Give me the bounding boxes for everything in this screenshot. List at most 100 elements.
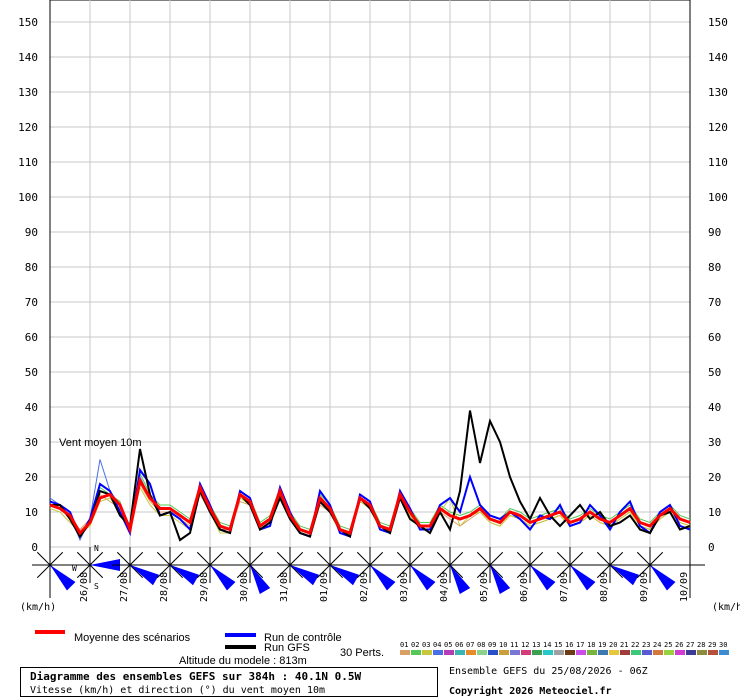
wind-arrow [210, 565, 236, 591]
wind-arrow [290, 565, 319, 586]
perturbation-swatch [598, 650, 608, 655]
ytick-label-right: 120 [708, 121, 728, 134]
date-label: 27/08 [119, 572, 130, 602]
wind-arrow [450, 565, 471, 594]
ensemble-chart: 0 010 1020 2030 3040 4050 5060 6070 7080 8090 9010… [18, 0, 740, 667]
perturbation-swatch [543, 650, 553, 655]
wind-arrow [490, 565, 511, 594]
perturbation-swatch [422, 650, 432, 655]
perturbation-number: 12 [521, 641, 529, 649]
perturbation-swatch [686, 650, 696, 655]
ytick-label-right: 0 [708, 541, 715, 554]
ytick-label-right: 20 [708, 471, 721, 484]
compass-s: S [94, 582, 99, 591]
perturbation-swatch [565, 650, 575, 655]
ytick-label-right: 80 [708, 261, 721, 274]
ytick-label-left: 40 [25, 401, 38, 414]
ytick-label-right: 60 [708, 331, 721, 344]
annotation-label: Vent moyen 10m [59, 437, 142, 449]
perturbation-swatch [444, 650, 454, 655]
wind-arrow [330, 565, 359, 586]
perturbation-swatch [620, 650, 630, 655]
date-label: 07/09 [559, 572, 570, 602]
wind-rose-spoke [516, 551, 531, 566]
perturbation-number: 07 [466, 641, 474, 649]
date-label: 26/08 [79, 572, 90, 602]
wind-rose-spoke [596, 551, 611, 566]
info-subtitle: Vitesse (km/h) et direction (°) du vent … [30, 685, 326, 696]
copyright: Copyright 2026 Meteociel.fr [449, 686, 612, 697]
wind-rose-spoke [476, 551, 491, 566]
perturbation-swatch [510, 650, 520, 655]
compass-w: W [72, 564, 77, 573]
perturbation-swatch [499, 650, 509, 655]
wind-rose-spoke [329, 551, 344, 566]
wind-rose-spoke [49, 551, 64, 566]
wind-rose-spoke [209, 551, 224, 566]
wind-rose-spoke [169, 551, 184, 566]
wind-rose-spoke [156, 551, 171, 566]
compass-n: N [94, 544, 99, 553]
perturbation-swatch [675, 650, 685, 655]
ytick-label-left: 60 [25, 331, 38, 344]
perturbation-number: 30 [719, 641, 727, 649]
date-label: 02/09 [359, 572, 370, 602]
wind-arrow [130, 565, 159, 586]
legend-label-mean: Moyenne des scénarios [74, 632, 191, 644]
wind-rose-spoke [276, 551, 291, 566]
wind-rose-spoke [196, 551, 211, 566]
perturbation-swatch [631, 650, 641, 655]
unit-label-right: (km/h) [712, 602, 740, 613]
date-label: 08/09 [599, 572, 610, 602]
legend-label-gfs: Run GFS [264, 642, 310, 654]
wind-rose-spoke [609, 551, 624, 566]
ytick-label-right: 140 [708, 51, 728, 64]
wind-rose-spoke [636, 551, 651, 566]
ytick-label-right: 30 [708, 436, 721, 449]
perturbation-swatch [587, 650, 597, 655]
wind-marker [32, 547, 76, 591]
ytick-label-left: 140 [18, 51, 38, 64]
wind-rose-spoke [396, 551, 411, 566]
ytick-label-left: 100 [18, 191, 38, 204]
date-label: 29/08 [199, 572, 210, 602]
perturbation-number: 03 [422, 641, 430, 649]
date-label: 06/09 [519, 572, 530, 602]
ytick-label-right: 90 [708, 226, 721, 239]
wind-rose-spoke [129, 551, 144, 566]
wind-arrow [610, 565, 639, 586]
perturbation-number: 14 [543, 641, 551, 649]
ytick-label-left: 10 [25, 506, 38, 519]
perturbation-number: 22 [631, 641, 639, 649]
ytick-label-left: 120 [18, 121, 38, 134]
wind-arrow [530, 565, 556, 591]
ytick-label-right: 40 [708, 401, 721, 414]
date-label: 03/09 [399, 572, 410, 602]
perturbation-number: 01 [400, 641, 408, 649]
perturbation-swatch [488, 650, 498, 655]
ytick-label-left: 110 [18, 156, 38, 169]
perturbation-number: 05 [444, 641, 452, 649]
perturbation-swatch [708, 650, 718, 655]
perturbation-swatch [433, 650, 443, 655]
ytick-label-left: 20 [25, 471, 38, 484]
perturbation-number: 06 [455, 641, 463, 649]
wind-arrow [170, 565, 199, 586]
run-info: Ensemble GEFS du 25/08/2026 - 06Z [449, 666, 648, 677]
perturbation-number: 08 [477, 641, 485, 649]
wind-rose-spoke [436, 551, 451, 566]
perturbation-swatch [576, 650, 586, 655]
perturbation-number: 20 [609, 641, 617, 649]
date-label: 05/09 [479, 572, 490, 602]
wind-arrow [650, 565, 676, 591]
ytick-label-right: 50 [708, 366, 721, 379]
wind-rose-spoke [289, 551, 304, 566]
perturbation-swatch [521, 650, 531, 655]
wind-rose-spoke [529, 551, 544, 566]
perturbation-swatch [609, 650, 619, 655]
ytick-label-left: 130 [18, 86, 38, 99]
wind-rose-spoke [76, 551, 91, 566]
wind-rose-spoke [356, 551, 371, 566]
date-label: 28/08 [159, 572, 170, 602]
perturbation-number: 13 [532, 641, 540, 649]
